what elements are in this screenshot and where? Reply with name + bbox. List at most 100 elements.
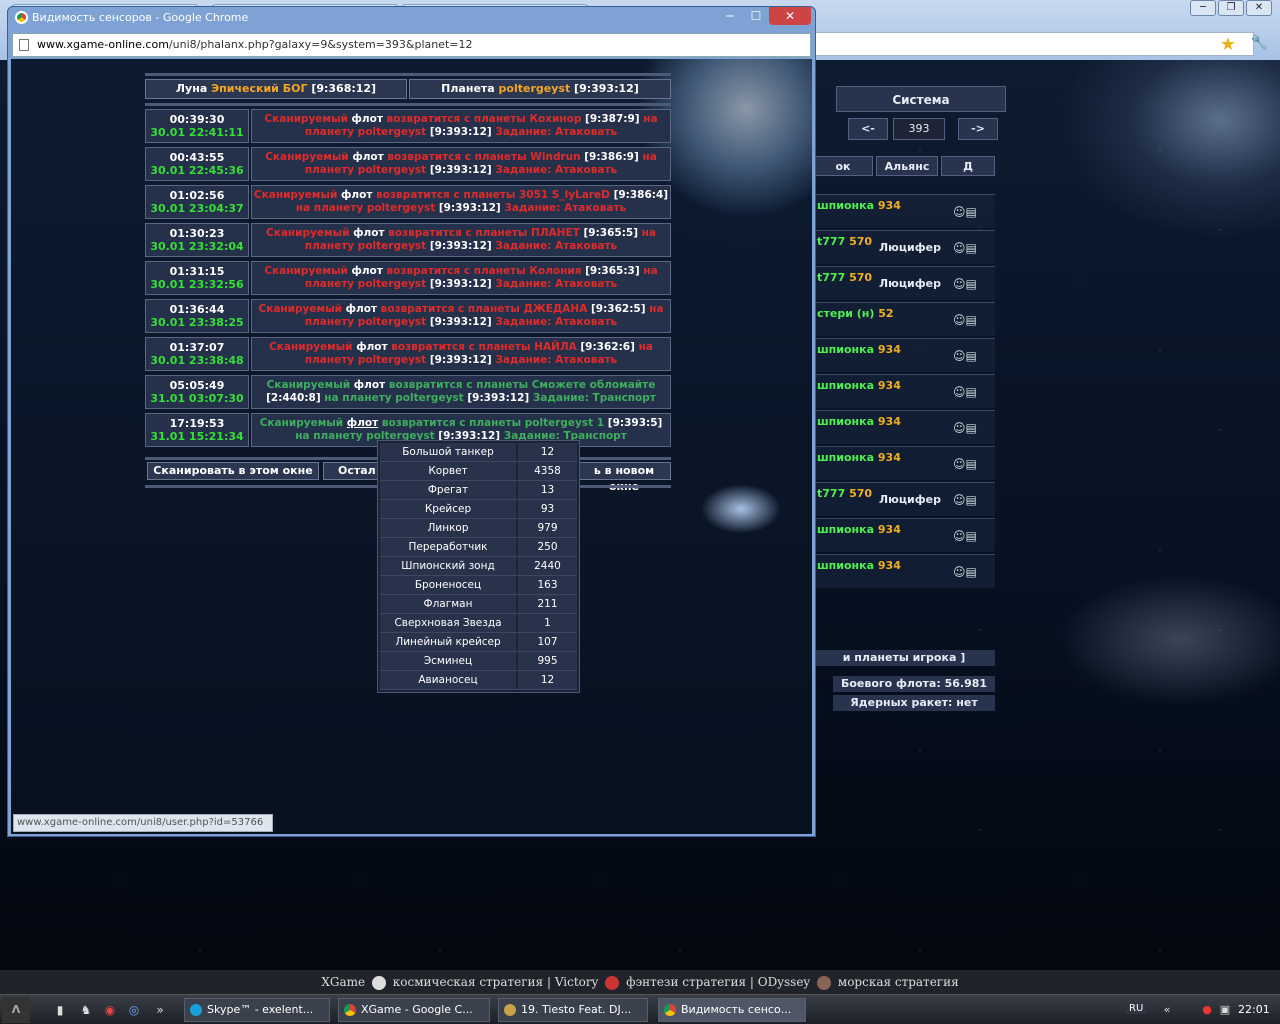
minimize-button[interactable]: ─ [1190, 0, 1216, 16]
player-planets-link[interactable]: и планеты игрока ] [813, 650, 995, 666]
target-coords[interactable]: [9:393:12] [430, 126, 492, 138]
fleet-link[interactable]: флот [347, 417, 378, 429]
target-coords[interactable]: [9:393:12] [430, 354, 492, 366]
fleet-target: планету poltergeyst [304, 278, 427, 290]
spy-message-icon[interactable]: ☺▤ [953, 205, 977, 219]
player-name[interactable]: шпионка 934 [817, 379, 901, 392]
fleet-row: 01:37:07 30.01 23:38:48 Сканируемый флот в… [145, 337, 671, 371]
fleet-link[interactable]: флот [352, 151, 383, 163]
maximize-button[interactable]: ❐ [1218, 0, 1244, 16]
network-icon[interactable]: ▣ [1218, 1003, 1232, 1017]
close-button[interactable]: ✕ [769, 7, 811, 25]
player-name-text: шпионка [817, 379, 875, 392]
spy-message-icon[interactable]: ☺▤ [953, 493, 977, 507]
origin-coords[interactable]: [9:386:4] [614, 189, 669, 201]
xgame-link[interactable]: XGame [321, 975, 365, 989]
chrome-quicklaunch-icon[interactable]: ◉ [102, 1002, 118, 1018]
player-rank: 934 [877, 451, 901, 464]
spy-message-icon[interactable]: ☺▤ [953, 529, 977, 543]
tray-expand-icon[interactable]: « [1160, 1003, 1174, 1017]
spy-message-icon[interactable]: ☺▤ [953, 241, 977, 255]
player-name[interactable]: шпионка 934 [817, 559, 901, 572]
column-actions: Д [941, 156, 995, 176]
skype-icon [190, 1004, 202, 1016]
spy-message-icon[interactable]: ☺▤ [953, 457, 977, 471]
ship-name: Флагман [380, 595, 516, 613]
fleet-link[interactable]: флот [352, 113, 383, 125]
antivirus-icon[interactable]: ● [1200, 1003, 1214, 1017]
target-coords[interactable]: [9:393:12] [430, 316, 492, 328]
quicklaunch-icon[interactable]: ▮ [52, 1002, 68, 1018]
close-button[interactable]: ✕ [1246, 0, 1272, 16]
player-name[interactable]: шпионка 934 [817, 523, 901, 536]
start-button[interactable]: Λ [2, 997, 30, 1023]
scan-new-window-button[interactable]: ь в новом окне [577, 462, 671, 493]
victory-link[interactable]: Victory [555, 975, 599, 989]
alliance-name[interactable]: Люцифер [879, 277, 941, 290]
prev-system-button[interactable]: <- [848, 118, 888, 140]
separator: | [546, 975, 551, 989]
player-name[interactable]: t777 570 [817, 271, 872, 284]
player-name[interactable]: шпионка 934 [817, 343, 901, 356]
spy-message-icon[interactable]: ☺▤ [953, 277, 977, 291]
player-name[interactable]: t777 570 [817, 235, 872, 248]
target-coords[interactable]: [9:393:12] [467, 392, 529, 404]
spy-message-icon[interactable]: ☺▤ [953, 565, 977, 579]
fleet-link[interactable]: флот [353, 227, 384, 239]
system-number-input[interactable]: 393 [893, 118, 945, 140]
next-system-button[interactable]: -> [958, 118, 998, 140]
promo-bar: XGame космическая стратегия | Victory фэ… [0, 970, 1280, 994]
origin-coords[interactable]: [9:393:5] [608, 417, 663, 429]
browser-quicklaunch-icon[interactable]: ◎ [126, 1002, 142, 1018]
fleet-link[interactable]: флот [341, 189, 372, 201]
fox-icon[interactable]: ♞ [78, 1002, 94, 1018]
fleet-link[interactable]: флот [346, 303, 377, 315]
odyssey-link[interactable]: ODyssey [758, 975, 810, 989]
fleet-link[interactable]: флот [356, 341, 387, 353]
task-music[interactable]: 19. Tiesto Feat. DJ... [498, 998, 648, 1022]
fleet-link[interactable]: флот [354, 379, 385, 391]
target-coords[interactable]: [9:393:12] [430, 278, 492, 290]
player-name[interactable]: шпионка 934 [817, 199, 901, 212]
target-coords[interactable]: [9:393:12] [430, 240, 492, 252]
galaxy-row: шпионка 934 ☺▤ [813, 518, 995, 552]
origin-coords[interactable]: [2:440:8] [266, 392, 321, 404]
spy-message-icon[interactable]: ☺▤ [953, 349, 977, 363]
target-coords[interactable]: [9:393:12] [439, 202, 501, 214]
wrench-icon[interactable]: 🔧 [1251, 35, 1268, 51]
spy-message-icon[interactable]: ☺▤ [953, 421, 977, 435]
column-alliance: Альянс [876, 156, 938, 176]
minimize-button[interactable]: ─ [717, 7, 743, 25]
spy-message-icon[interactable]: ☺▤ [953, 313, 977, 327]
player-name[interactable]: шпионка 934 [817, 451, 901, 464]
origin-coords[interactable]: [9:387:9] [585, 113, 640, 125]
origin-coords[interactable]: [9:365:5] [583, 227, 638, 239]
window-title: Видимость сенсоров - Google Chrome [32, 11, 249, 24]
more-icon[interactable]: » [152, 1002, 168, 1018]
background-address-bar[interactable] [814, 32, 1254, 56]
origin-coords[interactable]: [9:386:9] [584, 151, 639, 163]
origin-coords[interactable]: [9:362:5] [591, 303, 646, 315]
alliance-name[interactable]: Люцифер [879, 241, 941, 254]
origin-coords[interactable]: [9:365:3] [585, 265, 640, 277]
task-phalanx[interactable]: Видимость сенсо... [658, 998, 806, 1022]
bookmark-star-icon[interactable]: ★ [1220, 34, 1236, 55]
ship-count: 163 [518, 576, 577, 594]
ship-row: Шпионский зонд 2440 [380, 557, 577, 576]
maximize-button[interactable]: ☐ [743, 7, 769, 25]
player-name[interactable]: t777 570 [817, 487, 872, 500]
fleet-on: на [643, 265, 658, 277]
player-name[interactable]: стери (н) 52 [817, 307, 894, 320]
spy-message-icon[interactable]: ☺▤ [953, 385, 977, 399]
task-skype[interactable]: Skype™ - exelent... [184, 998, 330, 1022]
task-xgame[interactable]: XGame - Google C... [338, 998, 490, 1022]
address-bar[interactable]: www.xgame-online.com/uni8/phalanx.php?ga… [12, 33, 811, 57]
fleet-link[interactable]: флот [351, 265, 382, 277]
language-indicator[interactable]: RU [1126, 1003, 1147, 1014]
origin-coords[interactable]: [9:362:6] [580, 341, 635, 353]
fleet-arrival: 30.01 23:32:04 [150, 240, 244, 253]
target-coords[interactable]: [9:393:12] [430, 164, 492, 176]
scan-here-button[interactable]: Сканировать в этом окне [147, 462, 319, 480]
player-name[interactable]: шпионка 934 [817, 415, 901, 428]
alliance-name[interactable]: Люцифер [879, 493, 941, 506]
